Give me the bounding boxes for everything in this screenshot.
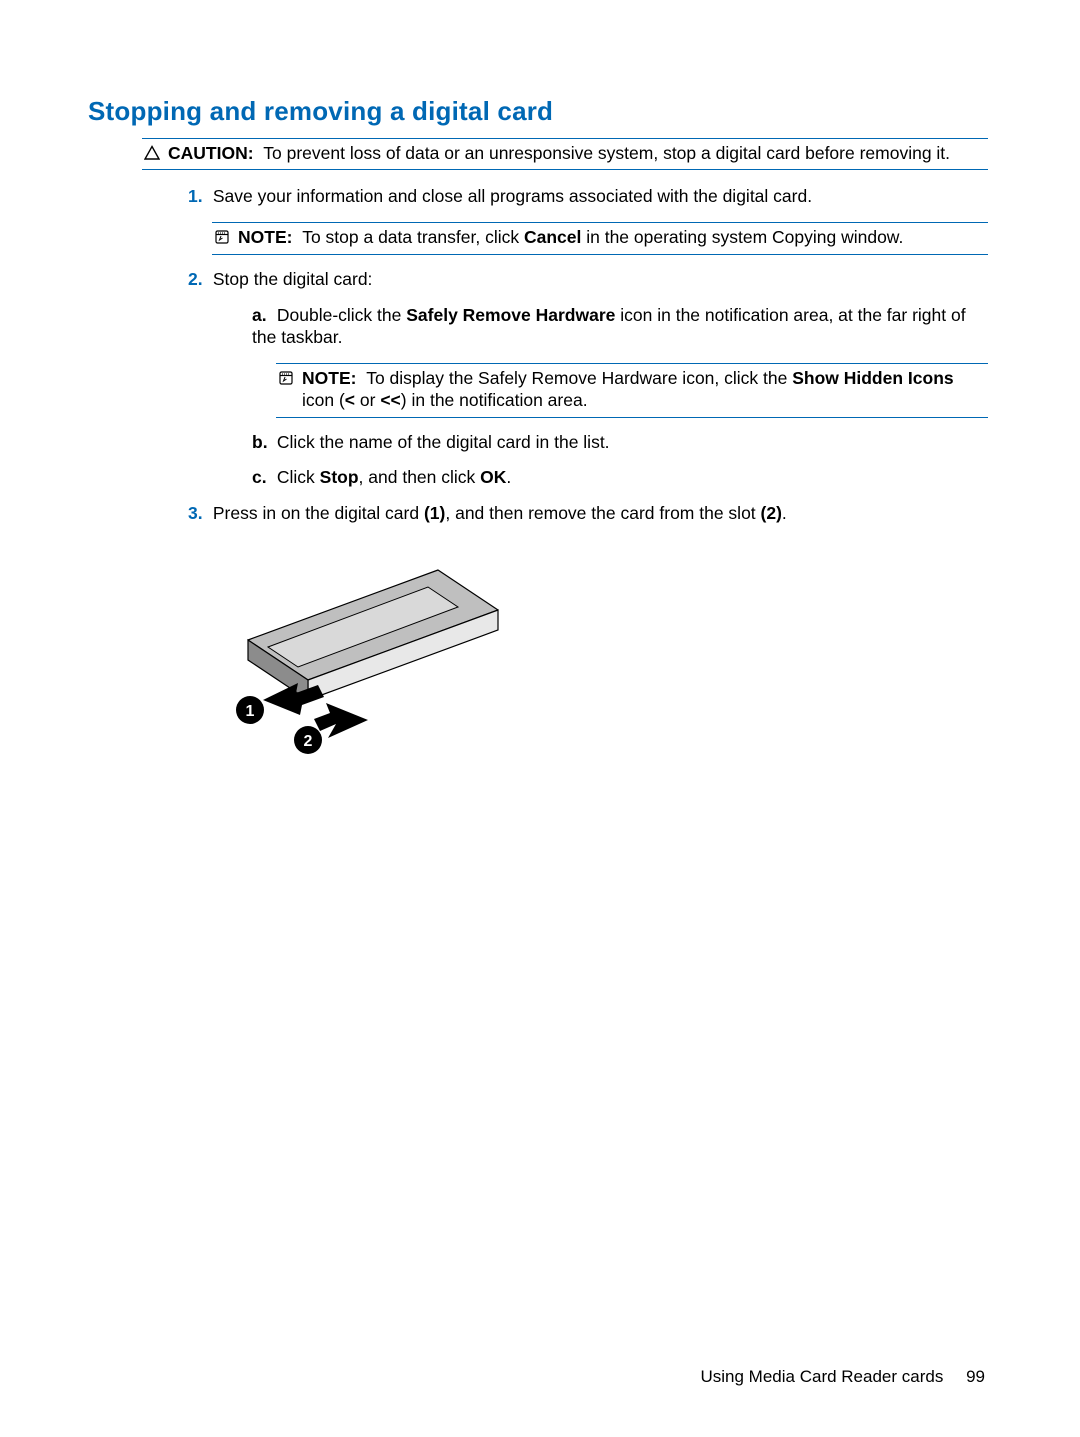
caution-icon bbox=[142, 143, 162, 161]
footer-section-title: Using Media Card Reader cards bbox=[701, 1367, 944, 1386]
step-number: 2. bbox=[188, 269, 208, 291]
substep-a: a. Double-click the Safely Remove Hardwa… bbox=[252, 305, 988, 418]
substep-c: c. Click Stop, and then click OK. bbox=[252, 467, 988, 489]
note-icon bbox=[276, 368, 296, 386]
step-1-text: Save your information and close all prog… bbox=[213, 186, 812, 206]
note-callout-substep-a: NOTE: To display the Safely Remove Hardw… bbox=[276, 363, 988, 418]
caution-text: To prevent loss of data or an unresponsi… bbox=[263, 143, 950, 163]
note-body: NOTE: To stop a data transfer, click Can… bbox=[238, 227, 903, 249]
page-number: 99 bbox=[966, 1367, 985, 1386]
substeps-list: a. Double-click the Safely Remove Hardwa… bbox=[252, 305, 988, 489]
note-label: NOTE: bbox=[238, 227, 292, 247]
step-1: 1. Save your information and close all p… bbox=[188, 186, 988, 255]
card-removal-illustration: 1 2 bbox=[208, 545, 988, 775]
step-number: 3. bbox=[188, 503, 208, 525]
step-2-text: Stop the digital card: bbox=[213, 269, 373, 289]
note-icon bbox=[212, 227, 232, 245]
caution-body: CAUTION: To prevent loss of data or an u… bbox=[168, 143, 988, 165]
step-number: 1. bbox=[188, 186, 208, 208]
svg-text:2: 2 bbox=[304, 733, 313, 750]
manual-page: Stopping and removing a digital card CAU… bbox=[0, 0, 1080, 1437]
note-callout-step-1: NOTE: To stop a data transfer, click Can… bbox=[212, 222, 988, 255]
caution-callout: CAUTION: To prevent loss of data or an u… bbox=[142, 138, 988, 171]
step-2: 2. Stop the digital card: a. Double-clic… bbox=[188, 269, 988, 489]
steps-list: 1. Save your information and close all p… bbox=[188, 186, 988, 525]
section-heading: Stopping and removing a digital card bbox=[88, 95, 988, 128]
page-footer: Using Media Card Reader cards 99 bbox=[701, 1366, 986, 1387]
note-body: NOTE: To display the Safely Remove Hardw… bbox=[302, 368, 988, 412]
substep-b: b. Click the name of the digital card in… bbox=[252, 432, 988, 454]
step-3: 3. Press in on the digital card (1), and… bbox=[188, 503, 988, 525]
caution-label: CAUTION: bbox=[168, 143, 254, 163]
svg-text:1: 1 bbox=[246, 703, 255, 720]
